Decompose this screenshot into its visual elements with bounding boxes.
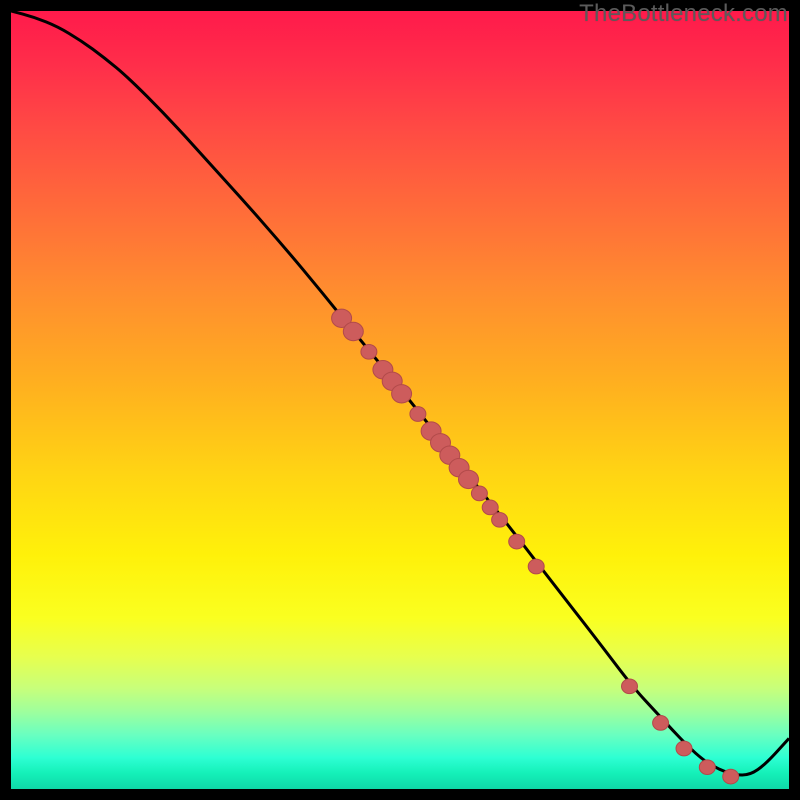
curve-marker (482, 500, 498, 515)
watermark-label: TheBottleneck.com (579, 0, 788, 28)
curve-marker (492, 512, 508, 527)
curve-marker (723, 769, 739, 784)
plot-area (11, 11, 789, 789)
curve-marker (653, 716, 669, 731)
curve-marker (459, 470, 479, 488)
chart-svg (11, 11, 789, 789)
curve-marker (699, 760, 715, 775)
chart-stage: TheBottleneck.com (0, 0, 800, 800)
chart-markers-group (332, 309, 739, 784)
curve-marker (392, 385, 412, 403)
curve-marker (361, 344, 377, 359)
curve-marker (410, 407, 426, 422)
curve-marker (343, 322, 363, 340)
curve-marker (509, 534, 525, 549)
curve-marker (528, 559, 544, 574)
curve-marker (676, 741, 692, 756)
curve-marker (471, 486, 487, 501)
curve-marker (622, 679, 638, 694)
